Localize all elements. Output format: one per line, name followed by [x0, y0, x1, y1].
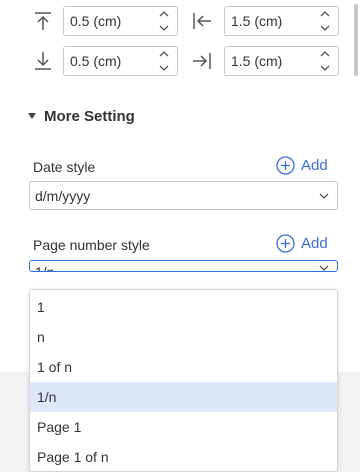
option-label: 1/n	[37, 389, 57, 405]
dropdown-option[interactable]: 1 of n	[30, 352, 337, 382]
option-label: Page 1	[37, 419, 82, 435]
page-number-style-label: Page number style	[33, 237, 150, 253]
page-number-style-add-label[interactable]: Add	[301, 235, 328, 252]
stepper-arrows[interactable]	[159, 50, 169, 74]
chevron-down-icon	[159, 65, 169, 71]
more-setting-title: More Setting	[44, 108, 135, 125]
page-number-style-select[interactable]: 1/n	[29, 260, 338, 272]
chevron-down-icon	[320, 25, 330, 31]
chevron-down-icon	[159, 25, 169, 31]
dropdown-option[interactable]: Page 1 of n	[30, 442, 337, 472]
top-margin-value[interactable]: 0.5 (cm)	[70, 13, 121, 29]
plus-circle-icon	[276, 156, 295, 175]
option-label: n	[37, 329, 45, 345]
align-right-icon	[191, 50, 213, 72]
chevron-down-icon[interactable]	[319, 264, 329, 271]
stepper-arrows[interactable]	[320, 10, 330, 34]
date-style-value[interactable]: d/m/yyyy	[35, 188, 90, 204]
margin-row-2: 0.5 (cm) 1.5 (cm)	[0, 46, 360, 76]
date-style-add-label[interactable]: Add	[301, 157, 328, 174]
chevron-up-icon	[159, 51, 169, 57]
align-left-icon	[191, 10, 213, 32]
plus-circle-icon	[276, 234, 295, 253]
align-bottom-icon	[32, 50, 54, 72]
left-margin-stepper[interactable]: 1.5 (cm)	[224, 6, 339, 36]
stepper-arrows[interactable]	[159, 10, 169, 34]
page-number-style-value[interactable]: 1/n	[35, 264, 54, 271]
dropdown-option[interactable]: Page 1	[30, 412, 337, 442]
chevron-up-icon	[320, 51, 330, 57]
chevron-down-icon	[320, 65, 330, 71]
bottom-margin-stepper[interactable]: 0.5 (cm)	[63, 46, 178, 76]
right-margin-stepper[interactable]: 1.5 (cm)	[224, 46, 339, 76]
dropdown-option-selected[interactable]: 1/n	[30, 382, 337, 412]
option-label: 1	[37, 299, 45, 315]
right-margin-value[interactable]: 1.5 (cm)	[231, 53, 282, 69]
option-label: 1 of n	[37, 359, 73, 375]
chevron-up-icon	[320, 11, 330, 17]
date-style-label: Date style	[33, 159, 96, 175]
left-margin-value[interactable]: 1.5 (cm)	[231, 13, 282, 29]
margin-row-1: 0.5 (cm) 1.5 (cm)	[0, 6, 360, 36]
stepper-arrows[interactable]	[320, 50, 330, 74]
option-label: Page 1 of n	[37, 449, 109, 465]
caret-down-icon	[28, 113, 36, 119]
dropdown-option[interactable]: 1	[30, 292, 337, 322]
bottom-margin-value[interactable]: 0.5 (cm)	[70, 53, 121, 69]
align-top-icon	[32, 10, 54, 32]
chevron-up-icon	[159, 11, 169, 17]
page-number-style-dropdown: 1 n 1 of n 1/n Page 1 Page 1 of n	[29, 289, 338, 472]
page-number-style-add-button[interactable]: Add	[276, 234, 336, 254]
top-margin-stepper[interactable]: 0.5 (cm)	[63, 6, 178, 36]
date-style-add-button[interactable]: Add	[276, 156, 336, 176]
chevron-down-icon[interactable]	[319, 192, 329, 200]
date-style-select[interactable]: d/m/yyyy	[29, 181, 338, 210]
dropdown-option[interactable]: n	[30, 322, 337, 352]
